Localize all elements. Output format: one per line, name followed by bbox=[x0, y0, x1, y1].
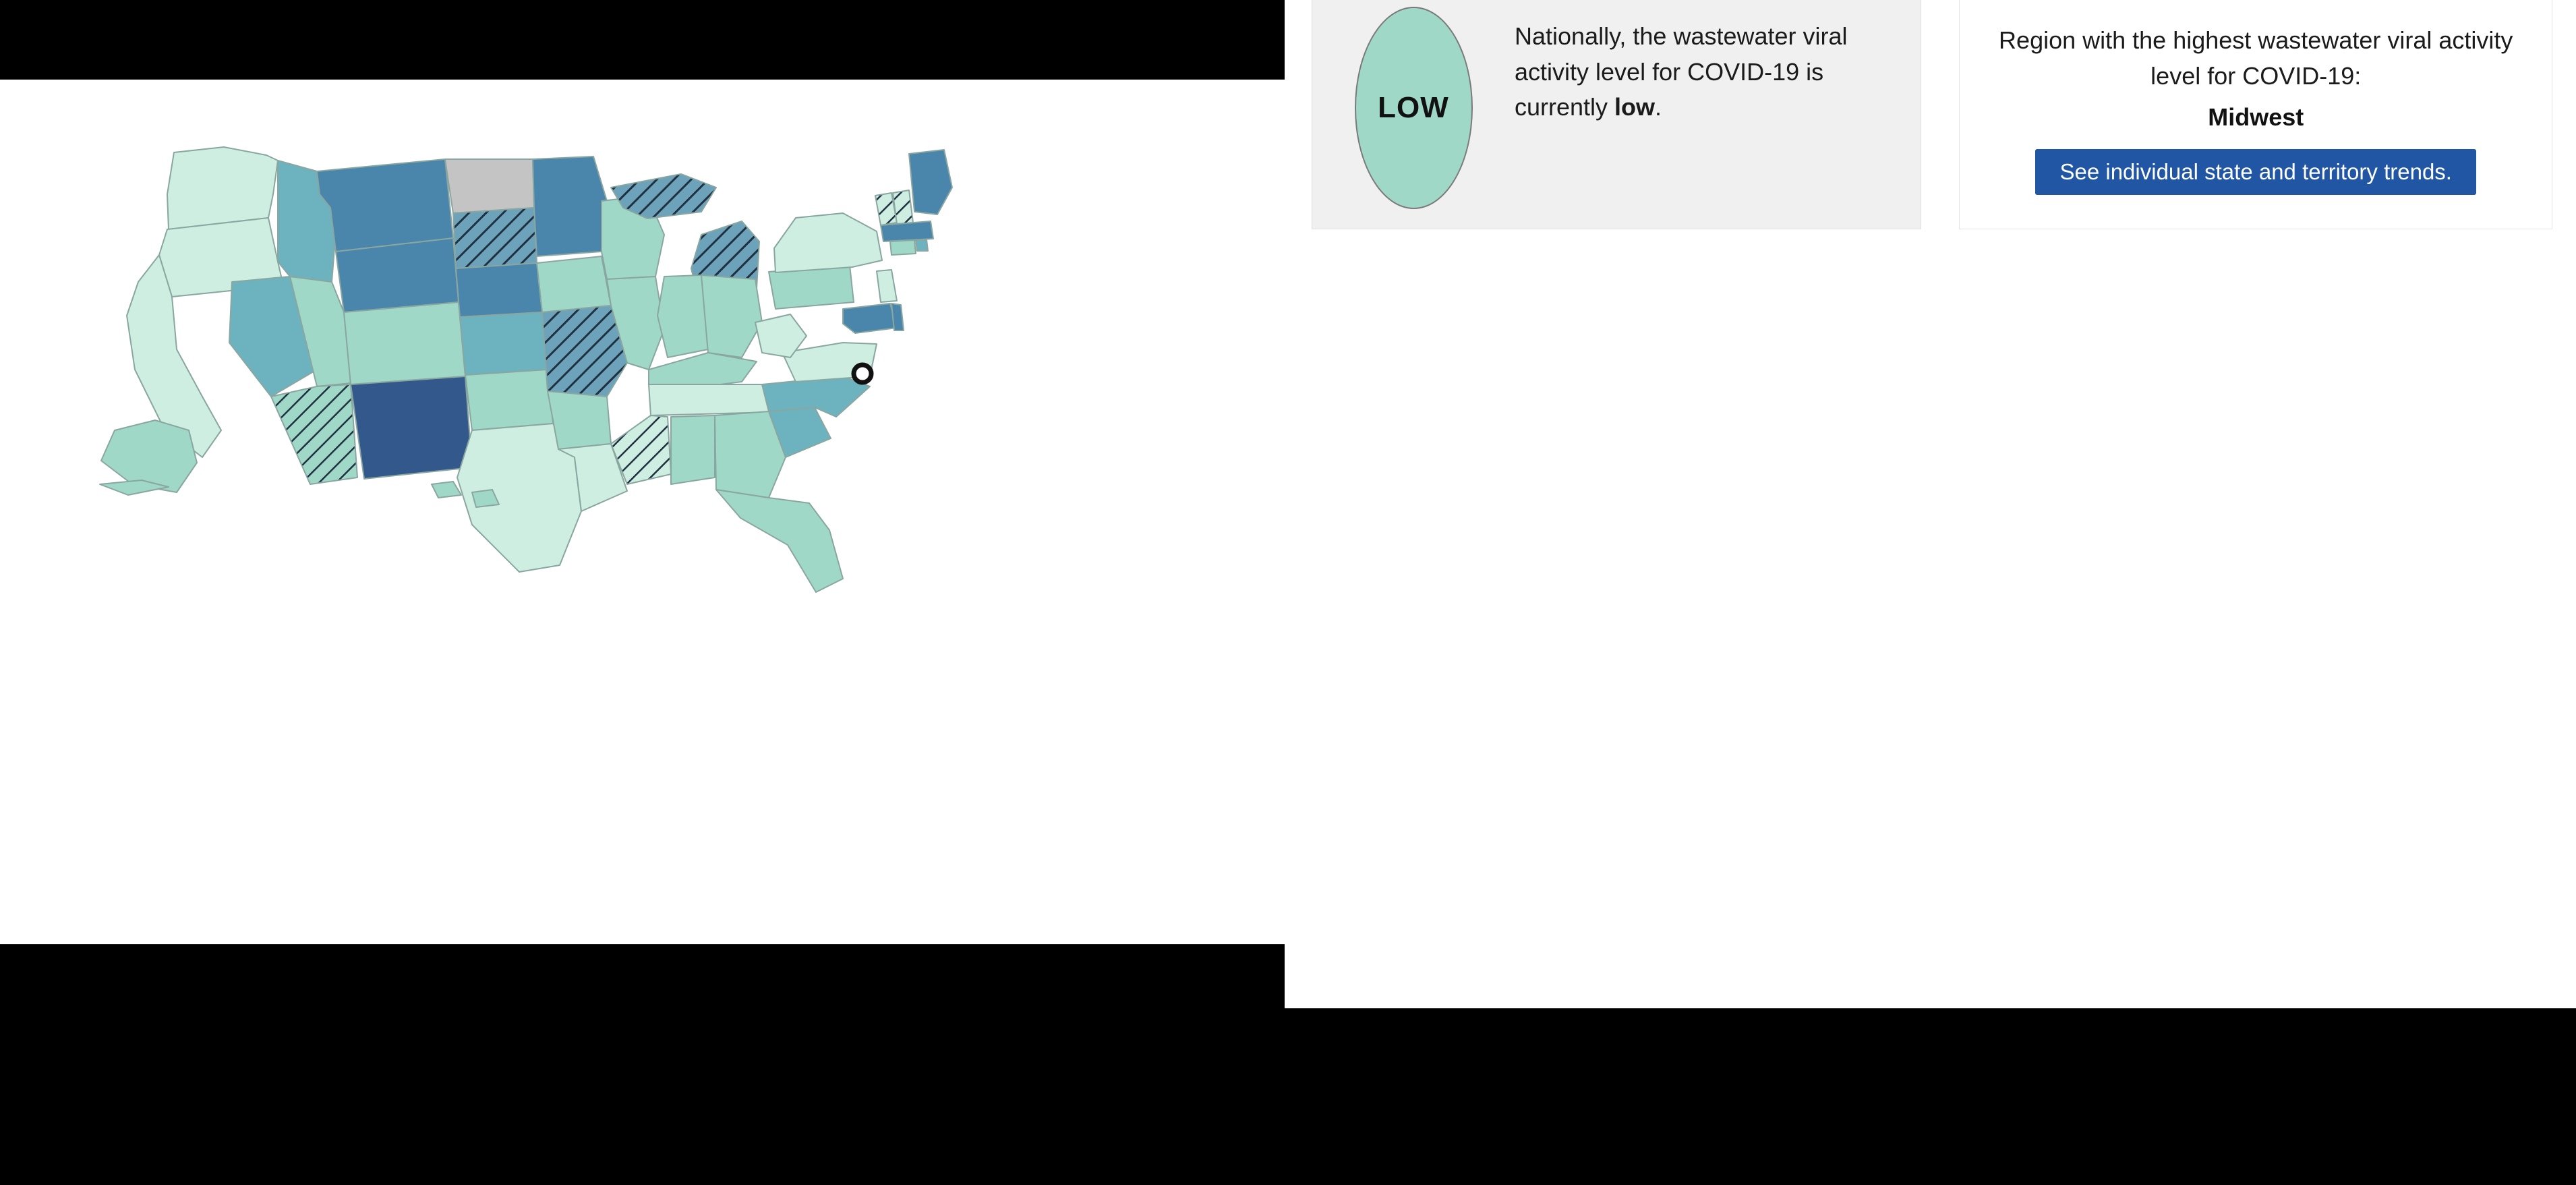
summary-cards-row: LOW Nationally, the wastewater viral act… bbox=[1312, 0, 2552, 229]
national-text-bold: low bbox=[1614, 93, 1656, 121]
state-fl bbox=[715, 489, 844, 593]
state-al bbox=[670, 415, 715, 485]
state-ny bbox=[773, 212, 883, 273]
national-text-after: . bbox=[1655, 93, 1662, 121]
state-ok bbox=[465, 369, 554, 431]
state-ri bbox=[915, 239, 929, 252]
us-choropleth-map[interactable] bbox=[0, 80, 1285, 944]
state-mn bbox=[532, 156, 608, 257]
national-bubble-wrap: LOW bbox=[1312, 0, 1515, 209]
state-sd bbox=[452, 207, 537, 269]
state-az bbox=[270, 384, 358, 485]
state-oh bbox=[701, 274, 763, 358]
state-wy bbox=[335, 237, 459, 313]
screenshot-occlusion-bottom-right bbox=[2277, 1008, 2576, 1185]
state-ma bbox=[880, 221, 934, 242]
highest-region-question: Region with the highest wastewater viral… bbox=[1999, 26, 2513, 90]
state-mt bbox=[316, 158, 454, 252]
national-text-before: Nationally, the wastewater viral activit… bbox=[1515, 22, 1848, 121]
state-wa bbox=[167, 146, 279, 230]
state-ct bbox=[889, 239, 916, 256]
wastewater-map-panel[interactable]: Territories GU VI bbox=[0, 80, 1285, 944]
state-co bbox=[343, 301, 466, 385]
state-nh bbox=[892, 190, 914, 225]
state-ks bbox=[459, 312, 548, 376]
state-ne bbox=[455, 262, 543, 318]
state-nd bbox=[444, 158, 535, 214]
state-ar bbox=[547, 391, 612, 450]
state-in bbox=[657, 274, 709, 358]
state-ia bbox=[536, 256, 612, 313]
dc-marker-icon bbox=[851, 362, 874, 385]
screenshot-occlusion-bottom-left bbox=[0, 944, 1285, 1185]
national-level-text: Nationally, the wastewater viral activit… bbox=[1515, 0, 1921, 125]
national-level-card: LOW Nationally, the wastewater viral act… bbox=[1312, 0, 1922, 229]
state-hi bbox=[431, 481, 462, 498]
state-de bbox=[891, 303, 904, 331]
state-me bbox=[908, 149, 953, 215]
screenshot-occlusion-bottom-middle bbox=[1285, 1008, 2277, 1185]
highest-region-card: Region with the highest wastewater viral… bbox=[1959, 0, 2552, 229]
highest-region-name: Midwest bbox=[2208, 103, 2304, 132]
state-md bbox=[842, 303, 898, 334]
state-nj bbox=[876, 269, 898, 303]
see-state-trends-button[interactable]: See individual state and territory trend… bbox=[2035, 149, 2476, 196]
screenshot-occlusion-top bbox=[0, 0, 1285, 80]
national-level-badge: LOW bbox=[1354, 7, 1473, 209]
dashboard-panel: LOW Nationally, the wastewater viral act… bbox=[1285, 0, 2576, 1008]
state-nm bbox=[350, 376, 473, 480]
